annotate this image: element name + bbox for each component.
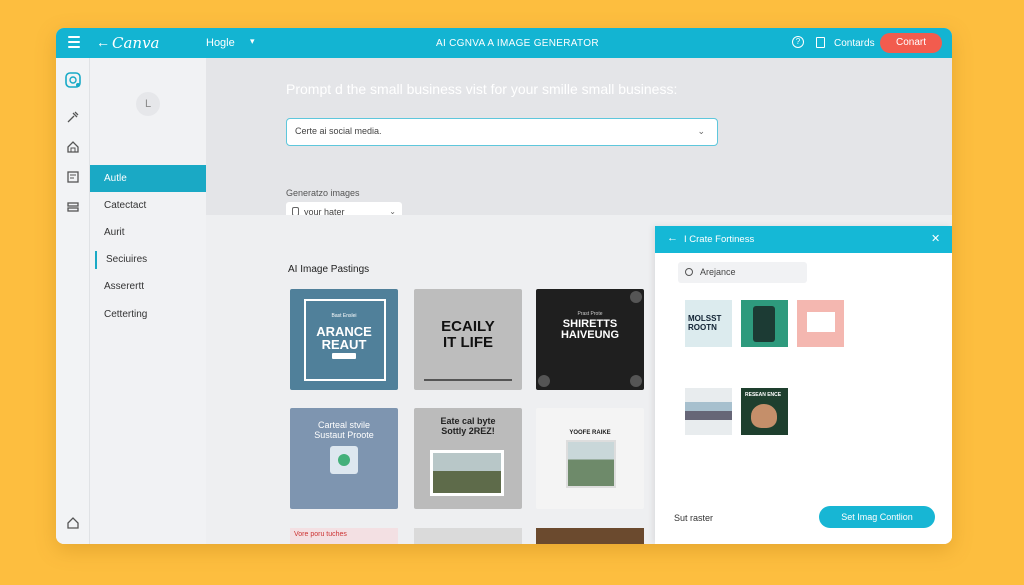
panel-title: I Crate Fortiness — [684, 234, 755, 245]
decor-dot — [538, 375, 550, 387]
card-footer-line — [424, 379, 512, 381]
card-pill — [332, 353, 356, 359]
gallery-card[interactable]: ECAILY IT LIFE — [414, 289, 522, 390]
document-icon[interactable] — [816, 37, 825, 48]
sidebar-item-asserertt[interactable]: Asserertt — [90, 273, 206, 300]
prompt-heading: Prompt d the small business vist for you… — [286, 81, 678, 97]
page-icon[interactable] — [66, 170, 80, 184]
gallery-card-partial[interactable]: Vore poru tuches — [290, 528, 398, 544]
card-subtitle: Prast Prote — [577, 311, 603, 317]
page-title: AI CGNVA A IMAGE GENERATOR — [436, 38, 599, 49]
brand-icon[interactable] — [65, 72, 81, 88]
create-panel: ← I Crate Fortiness ✕ Arejance MOLSST RO… — [655, 226, 952, 544]
card-title: Carteal stvile Sustaut Proote — [314, 420, 374, 440]
thumbnail-photo — [685, 402, 732, 420]
gallery-card[interactable]: Prast Prote SHIRETTS HAIVEUNG — [536, 289, 644, 390]
home-icon[interactable] — [66, 140, 80, 154]
set-image-button[interactable]: Set Imag Contlion — [819, 506, 935, 528]
prompt-input[interactable]: Certe ai social media. ⌄ — [286, 118, 718, 146]
thumbnail-text: RESEAN ENCE — [745, 392, 782, 398]
hamburger-menu-icon[interactable] — [68, 36, 80, 50]
card-title: ARANCE REAUT — [316, 324, 372, 352]
thumbnail-box — [807, 312, 835, 332]
gallery-title: AI Image Pastings — [288, 264, 370, 275]
tools-icon[interactable] — [66, 110, 80, 124]
panel-thumbnail[interactable] — [741, 300, 788, 347]
top-bar: ← Canva Hogle ▾ AI CGNVA A IMAGE GENERAT… — [56, 28, 952, 58]
panel-footer-label: Sut raster — [674, 513, 714, 523]
home-menu[interactable]: Hogle — [206, 37, 235, 49]
card-title: YOOFE RAIKE — [569, 430, 611, 436]
card-photo — [430, 450, 504, 496]
panel-search-input[interactable]: Arejance — [678, 262, 807, 283]
gallery-card[interactable]: YOOFE RAIKE — [536, 408, 644, 509]
app-window: ← Canva Hogle ▾ AI CGNVA A IMAGE GENERAT… — [56, 28, 952, 544]
card-title: Eate cal byte Sottly 2REZ! — [440, 416, 496, 436]
decor-dot — [630, 375, 642, 387]
thumbnail-hands — [751, 404, 777, 428]
avatar[interactable]: L — [136, 92, 160, 116]
gallery-card[interactable]: Carteal stvile Sustaut Proote — [290, 408, 398, 509]
canva-logo[interactable]: Canva — [112, 34, 160, 52]
gallery-card-partial[interactable] — [536, 528, 644, 544]
thumbnail-phone — [753, 306, 775, 342]
back-arrow-icon[interactable]: ← — [96, 34, 110, 50]
chevron-down-icon[interactable]: ⌄ — [697, 119, 705, 143]
gallery-card-partial[interactable] — [414, 528, 522, 544]
card-image — [330, 446, 358, 474]
panel-thumbnail[interactable] — [797, 300, 844, 347]
gallery-card[interactable]: Bast Enslei ARANCE REAUT — [290, 289, 398, 390]
generate-images-label: Generatzo images — [286, 188, 360, 198]
sidebar-item-autle[interactable]: Autle — [90, 165, 206, 192]
back-arrow-icon[interactable]: ← — [667, 232, 678, 244]
prompt-input-value: Certe ai social media. — [295, 126, 382, 136]
card-title: SHIRETTS HAIVEUNG — [560, 318, 620, 341]
house-icon[interactable] — [66, 516, 80, 530]
contact-button[interactable]: Conart — [880, 33, 942, 53]
sidebar: L Autle Catectact Aurit Seciuires Assere… — [90, 58, 206, 544]
panel-header: ← I Crate Fortiness ✕ — [655, 226, 952, 253]
sidebar-item-seciuires[interactable]: Seciuires — [95, 251, 211, 269]
home-chevron-down-icon[interactable]: ▾ — [250, 36, 255, 47]
search-icon — [685, 268, 693, 276]
panel-search-value: Arejance — [700, 267, 736, 277]
card-subtitle: Bast Enslei — [331, 313, 357, 319]
panel-thumbnail[interactable]: MOLSST ROOTN — [685, 300, 732, 347]
sidebar-item-aurit[interactable]: Aurit — [90, 219, 206, 246]
close-icon[interactable]: ✕ — [931, 232, 940, 245]
card-title: ECAILY IT LIFE — [441, 318, 495, 351]
prompt-section: Prompt d the small business vist for you… — [206, 58, 952, 222]
gallery-card[interactable]: Eate cal byte Sottly 2REZ! — [414, 408, 522, 509]
panel-thumbnail[interactable]: RESEAN ENCE — [741, 388, 788, 435]
sidebar-item-catectact[interactable]: Catectact — [90, 192, 206, 219]
icon-rail — [56, 58, 90, 544]
contacts-link[interactable]: Contards — [834, 38, 875, 49]
layers-icon[interactable] — [66, 200, 80, 214]
help-icon[interactable]: ? — [792, 36, 804, 48]
sidebar-item-cetterting[interactable]: Cetterting — [90, 301, 206, 328]
card-photo — [566, 440, 616, 488]
thumbnail-text: MOLSST ROOTN — [688, 314, 722, 332]
panel-thumbnail[interactable] — [685, 388, 732, 435]
decor-dot — [630, 291, 642, 303]
